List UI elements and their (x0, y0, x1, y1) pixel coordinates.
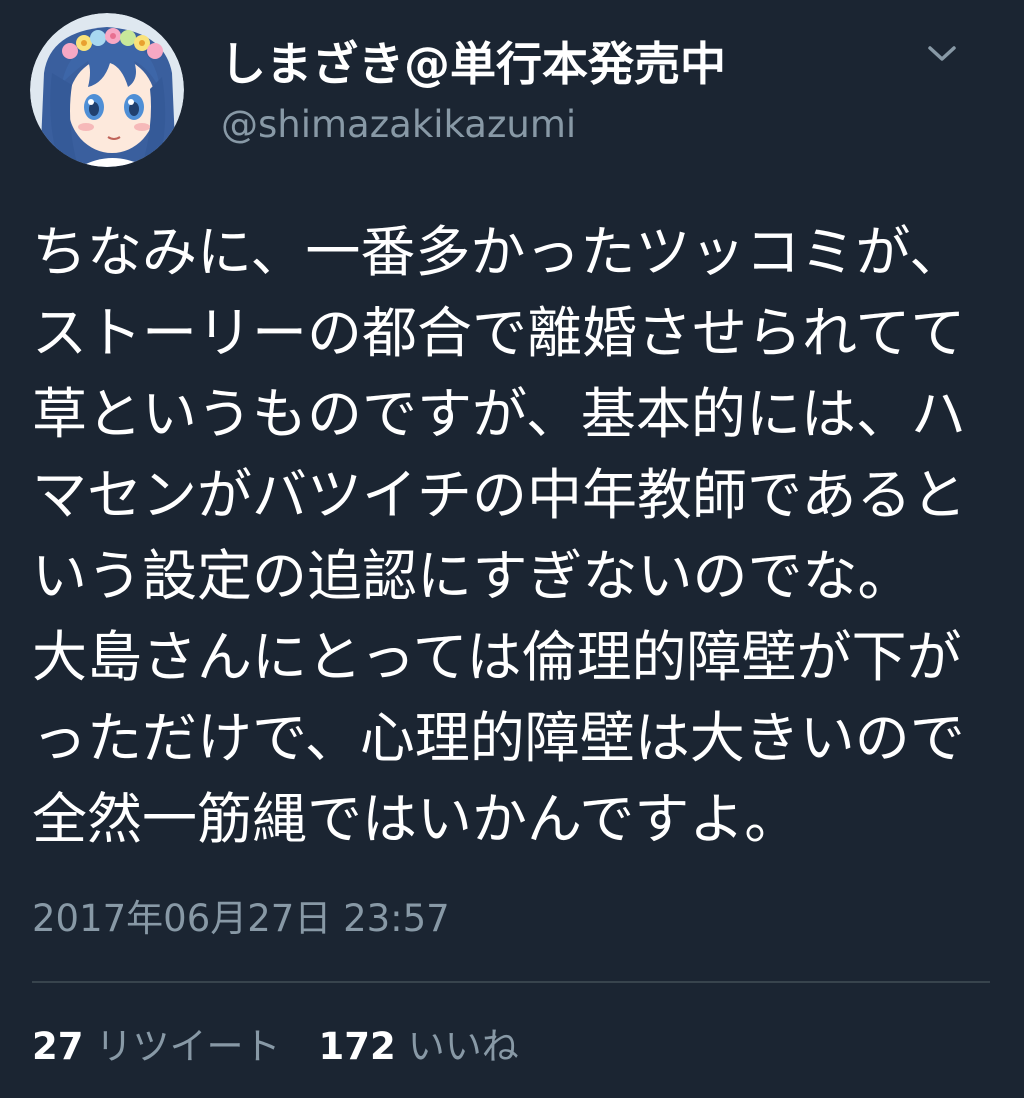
tweet-stats: 27 リツイート 172 いいね (32, 1022, 519, 1072)
user-handle[interactable]: @shimazakikazumi (221, 100, 576, 150)
display-name[interactable]: しまざき@単行本発売中 (220, 34, 726, 94)
likes-label: いいね (407, 1025, 519, 1068)
likes-stat[interactable]: 172 いいね (319, 1022, 519, 1072)
retweets-stat[interactable]: 27 リツイート (32, 1022, 281, 1072)
tweet-timestamp[interactable]: 2017年06月27日 23:57 (32, 894, 450, 944)
tweet-text: ちなみに、一番多かったツッコミが、ストーリーの都合で離婚させられてて草というもの… (32, 220, 967, 851)
anime-girl-avatar-icon (30, 13, 184, 167)
avatar[interactable] (30, 13, 184, 167)
retweets-label: リツイート (95, 1025, 281, 1068)
chevron-down-icon[interactable] (918, 34, 966, 74)
divider (32, 981, 990, 983)
retweets-count: 27 (32, 1025, 84, 1068)
likes-count: 172 (318, 1025, 396, 1068)
